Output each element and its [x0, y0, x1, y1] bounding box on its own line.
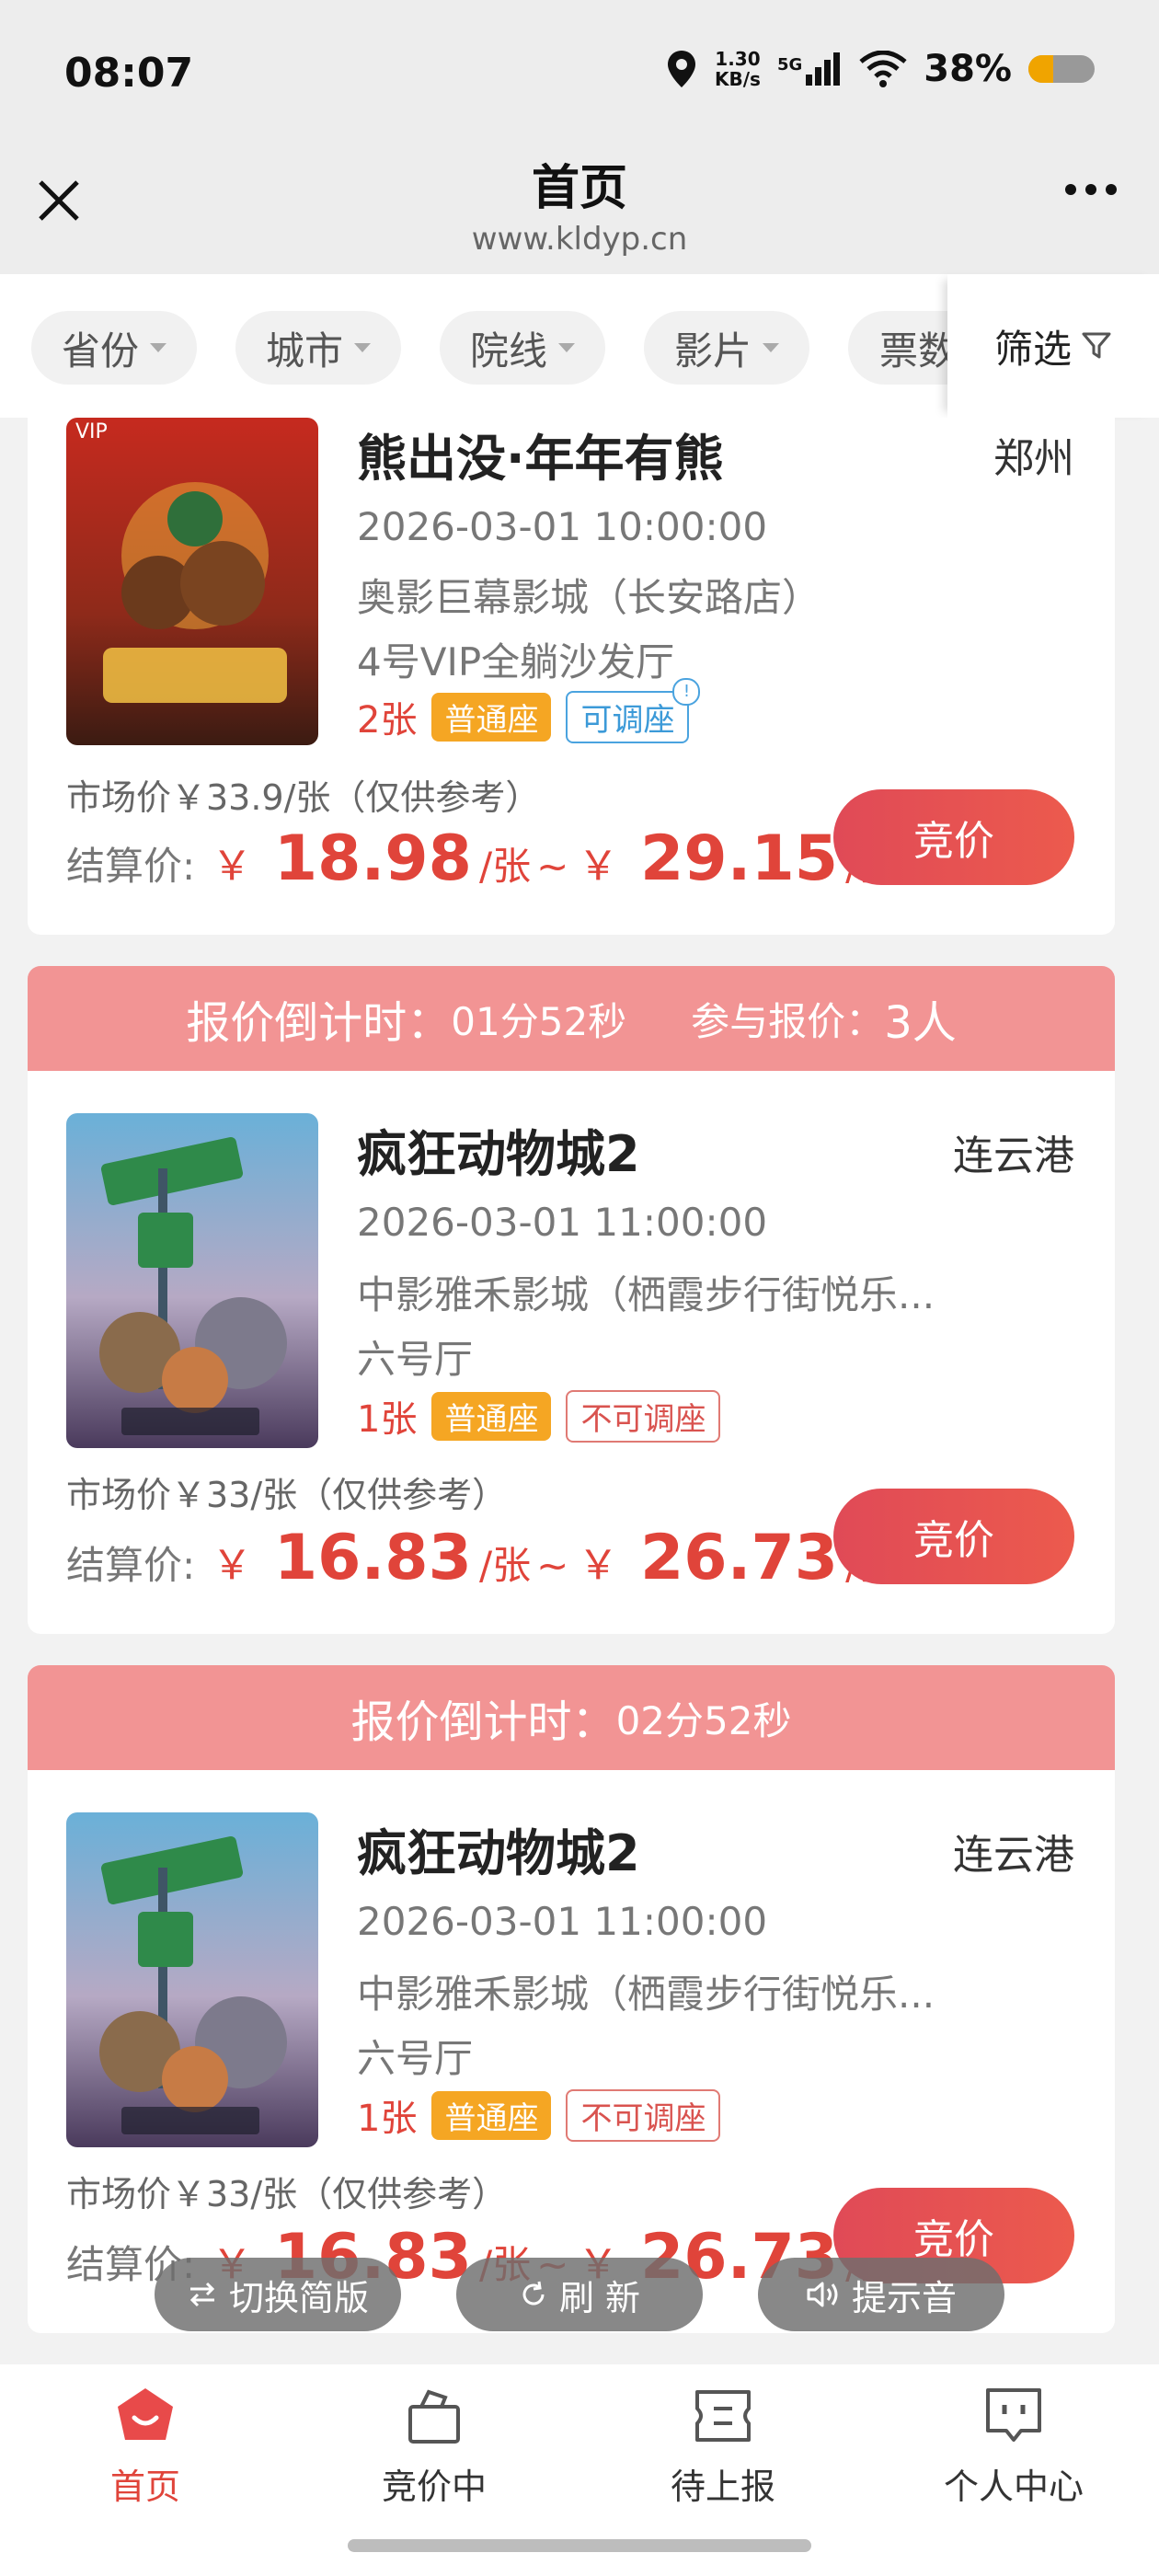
movie-poster: VIP [66, 418, 318, 745]
wifi-icon [859, 51, 907, 87]
bid-card: VIP 熊出没·年年有熊 郑州 2026-03-01 10:00:00 奥影巨幕… [28, 418, 1115, 935]
tab-pending-report[interactable]: 待上报 [613, 2383, 833, 2509]
cinema-name: 中影雅禾影城（栖霞步行街悦乐... [357, 1272, 935, 1317]
home-icon [118, 2388, 173, 2440]
filter-circuit[interactable]: 院线 [440, 311, 605, 385]
screen-button[interactable]: 筛选 [947, 274, 1159, 418]
chevron-down-icon [763, 343, 779, 352]
ticket-count: 1张 [357, 1398, 418, 1441]
tab-profile[interactable]: 个人中心 [903, 2383, 1124, 2509]
switch-simple-button[interactable]: 切换简版 [155, 2258, 401, 2331]
funnel-icon [1082, 332, 1111, 359]
adjustable-badge: 可调座! [566, 677, 701, 743]
ticket-count: 1张 [357, 2098, 418, 2140]
speaker-icon [807, 2282, 838, 2307]
bid-card: 疯狂动物城2 连云港 2026-03-01 11:00:00 中影雅禾影城（栖霞… [28, 1071, 1115, 1634]
more-menu-icon[interactable] [1065, 184, 1117, 195]
city-label: 连云港 [953, 1832, 1074, 1879]
vip-badge: VIP [75, 420, 108, 443]
tab-home[interactable]: 首页 [35, 2383, 256, 2509]
show-datetime: 2026-03-01 11:00:00 [357, 1200, 768, 1245]
movie-poster [66, 1812, 318, 2147]
bid-button[interactable]: 竞价 [833, 789, 1074, 885]
chevron-down-icon [558, 343, 575, 352]
location-icon [667, 51, 695, 87]
battery-percent: 38% [924, 48, 1012, 90]
movie-title: 疯狂动物城2 [357, 1125, 640, 1183]
cinema-name: 奥影巨幕影城（长安路店） [357, 575, 821, 620]
filter-movie[interactable]: 影片 [644, 311, 809, 385]
seat-type-badge: 普通座 [431, 692, 552, 742]
refresh-icon [522, 2281, 545, 2306]
movie-title: 疯狂动物城2 [357, 1824, 640, 1882]
ticket-info: 1张 普通座 不可调座 [357, 2088, 721, 2142]
filter-bar: 省份 城市 院线 影片 票数 筛选 [0, 274, 1159, 418]
battery-fill [1028, 55, 1054, 83]
show-datetime: 2026-03-01 10:00:00 [357, 504, 768, 549]
filter-city[interactable]: 城市 [235, 311, 401, 385]
battery-icon [1028, 55, 1095, 83]
movie-title: 熊出没·年年有熊 [357, 430, 724, 488]
refresh-button[interactable]: 刷 新 [456, 2258, 703, 2331]
tab-bidding[interactable]: 竞价中 [324, 2383, 545, 2509]
chevron-down-icon [354, 343, 371, 352]
bid-card: 疯狂动物城2 连云港 2026-03-01 11:00:00 中影雅禾影城（栖霞… [28, 1770, 1115, 2333]
adjustable-badge: 不可调座 [566, 1389, 721, 1443]
settle-price: 结算价: ￥ 18.98 /张 ~ ￥ 29.15 /张 [66, 822, 897, 895]
net-speed: 1.30 KB/s [714, 48, 761, 90]
bag-icon [408, 2389, 460, 2444]
ticket-info: 2张 普通座 可调座! [357, 677, 701, 743]
info-icon[interactable]: ! [672, 677, 701, 706]
hall-name: 六号厅 [357, 1337, 474, 1382]
countdown-header: 报价倒计时： 01分52秒 参与报价： 3人 [28, 966, 1115, 1071]
chat-icon [986, 2388, 1041, 2442]
ticket-count: 2张 [357, 699, 418, 742]
movie-poster [66, 1113, 318, 1448]
adjustable-badge: 不可调座 [566, 2088, 721, 2142]
show-datetime: 2026-03-01 11:00:00 [357, 1899, 768, 1944]
ticket-icon [695, 2390, 751, 2442]
city-label: 郑州 [993, 435, 1074, 482]
city-label: 连云港 [953, 1133, 1074, 1179]
signal-icon: 5G [777, 52, 843, 86]
sound-button[interactable]: 提示音 [758, 2258, 1004, 2331]
chevron-down-icon [150, 343, 166, 352]
bid-list[interactable]: VIP 熊出没·年年有熊 郑州 2026-03-01 10:00:00 奥影巨幕… [0, 418, 1159, 2364]
market-price: 市场价￥33.9/张（仅供参考） [66, 777, 541, 818]
floating-actions: 切换简版 刷 新 提示音 [0, 2258, 1159, 2331]
market-price: 市场价￥33/张（仅供参考） [66, 2174, 508, 2214]
seat-type-badge: 普通座 [431, 2090, 552, 2140]
home-indicator[interactable] [348, 2539, 811, 2552]
filter-province[interactable]: 省份 [31, 311, 197, 385]
page-url: www.kldyp.cn [471, 221, 688, 258]
bid-button[interactable]: 竞价 [833, 1489, 1074, 1584]
status-time: 08:07 [64, 50, 194, 97]
hall-name: 4号VIP全躺沙发厅 [357, 639, 675, 684]
settle-price: 结算价: ￥ 16.83 /张 ~ ￥ 26.73 /张 [66, 1522, 897, 1594]
seat-type-badge: 普通座 [431, 1391, 552, 1441]
ticket-info: 1张 普通座 不可调座 [357, 1389, 721, 1443]
market-price: 市场价￥33/张（仅供参考） [66, 1475, 508, 1515]
hall-name: 六号厅 [357, 2036, 474, 2081]
swap-icon [189, 2282, 215, 2307]
page-title: 首页 [531, 161, 627, 216]
countdown-header: 报价倒计时： 02分52秒 [28, 1665, 1115, 1770]
cinema-name: 中影雅禾影城（栖霞步行街悦乐... [357, 1972, 935, 2017]
status-icons: 1.30 KB/s 5G 38% [665, 48, 1095, 90]
title-bar: 首页 www.kldyp.cn [0, 129, 1159, 274]
